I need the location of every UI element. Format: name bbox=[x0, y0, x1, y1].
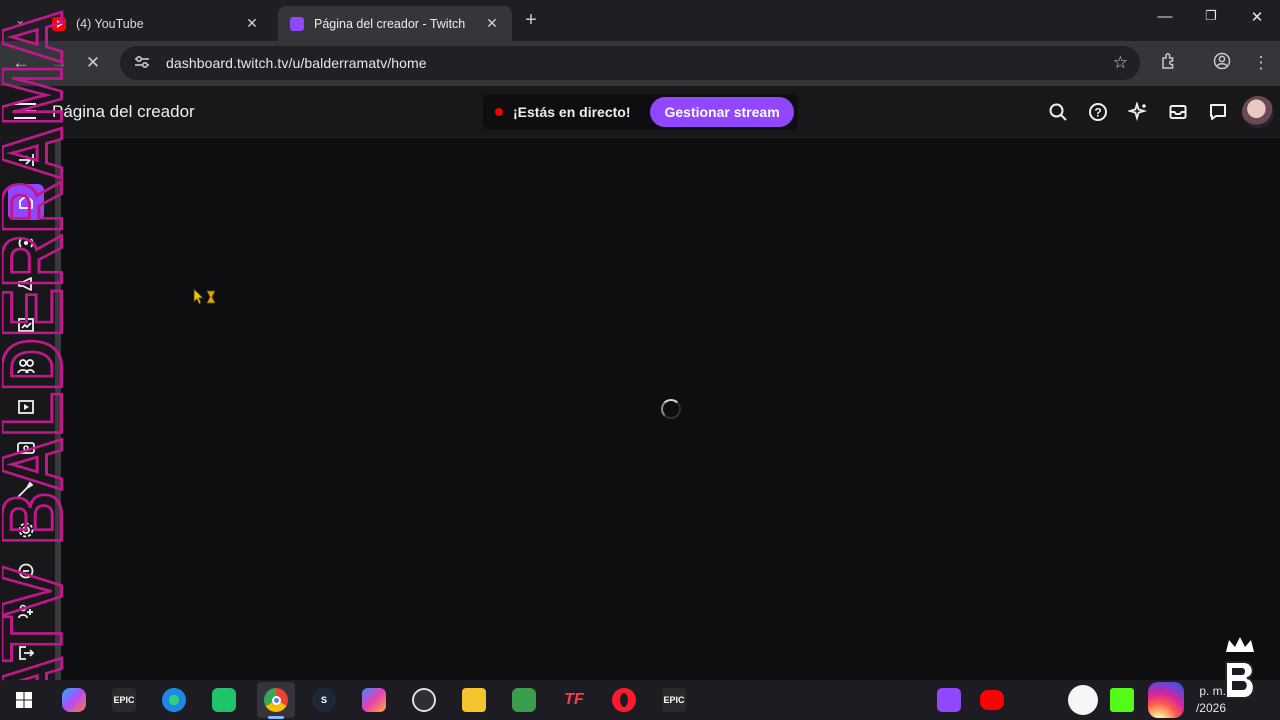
sparkle-icon[interactable] bbox=[1127, 101, 1149, 123]
community-icon[interactable] bbox=[8, 348, 44, 384]
m365-icon[interactable] bbox=[362, 688, 386, 712]
site-settings-icon[interactable] bbox=[134, 55, 150, 72]
analytics-icon[interactable] bbox=[8, 307, 44, 343]
help-icon[interactable]: ? bbox=[1087, 101, 1109, 123]
exit-icon[interactable] bbox=[8, 635, 44, 671]
page-title: Página del creador bbox=[52, 102, 195, 121]
loading-spinner-icon bbox=[661, 399, 681, 419]
home-icon[interactable] bbox=[8, 184, 44, 220]
stream-icon[interactable] bbox=[8, 225, 44, 261]
tab-youtube[interactable]: (4) YouTube ✕ bbox=[40, 6, 272, 41]
extensions-icon[interactable] bbox=[1158, 52, 1180, 74]
promote-icon[interactable] bbox=[8, 266, 44, 302]
sidebar-scrollbar[interactable] bbox=[55, 140, 61, 680]
badge-tray-icon[interactable] bbox=[1068, 685, 1098, 715]
browser-menu-icon[interactable]: ⋮ bbox=[1250, 52, 1272, 74]
windows-taskbar: EPIC S TF EPIC bbox=[0, 680, 1280, 720]
stop-loading-icon[interactable]: ✕ bbox=[82, 52, 104, 74]
app-green-icon[interactable] bbox=[212, 688, 236, 712]
tf-app-icon[interactable]: TF bbox=[562, 688, 586, 712]
busy-cursor-icon bbox=[193, 288, 219, 311]
content-icon[interactable] bbox=[8, 389, 44, 425]
obs-icon[interactable] bbox=[412, 688, 436, 712]
menu-hamburger-icon[interactable] bbox=[14, 103, 36, 121]
twitch-tray-icon[interactable] bbox=[937, 688, 961, 712]
bookmark-star-icon[interactable]: ☆ bbox=[1113, 53, 1128, 73]
windows-start-icon[interactable] bbox=[12, 688, 36, 712]
settings-icon[interactable] bbox=[8, 512, 44, 548]
chat-icon[interactable] bbox=[1207, 101, 1229, 123]
channel-logo bbox=[1225, 637, 1255, 699]
instagram-tray-icon[interactable] bbox=[1148, 682, 1184, 718]
creator-sidebar bbox=[0, 138, 56, 680]
viewer-rewards-icon[interactable] bbox=[8, 553, 44, 589]
tab-label: Página del creador - Twitch bbox=[314, 16, 466, 31]
twitch-icon bbox=[290, 16, 304, 31]
copilot-icon[interactable] bbox=[62, 688, 86, 712]
steam-icon[interactable]: S bbox=[312, 688, 336, 712]
svg-text:?: ? bbox=[1094, 106, 1101, 120]
epic-games-icon[interactable]: EPIC bbox=[112, 688, 136, 712]
extensions-icon[interactable] bbox=[8, 594, 44, 630]
profile-icon[interactable] bbox=[1211, 52, 1233, 74]
chrome-icon[interactable] bbox=[264, 688, 288, 712]
live-status-text: ¡Estás en directo! bbox=[513, 104, 631, 120]
twitch-header: Página del creador ¡Estás en directo! Ge… bbox=[0, 86, 1280, 138]
youtube-icon bbox=[52, 16, 66, 31]
epic-games-icon[interactable]: EPIC bbox=[662, 688, 686, 712]
new-tab-button[interactable]: + bbox=[520, 9, 542, 32]
tab-twitch-creator[interactable]: Página del creador - Twitch ✕ bbox=[278, 6, 512, 41]
search-icon[interactable] bbox=[1047, 101, 1069, 123]
inbox-icon[interactable] bbox=[1167, 101, 1189, 123]
active-app-indicator bbox=[268, 716, 284, 719]
close-window-icon[interactable]: ✕ bbox=[1243, 8, 1271, 26]
creator-tools-icon[interactable] bbox=[8, 471, 44, 507]
edge-icon[interactable] bbox=[162, 688, 186, 712]
tab-search-chevron-icon[interactable]: ⌄ bbox=[8, 8, 32, 32]
tab-label: (4) YouTube bbox=[76, 16, 144, 31]
forward-icon[interactable]: → bbox=[48, 52, 70, 74]
close-tab-icon[interactable]: ✕ bbox=[244, 15, 260, 32]
youtube-tray-icon[interactable] bbox=[980, 690, 1004, 710]
url-text: dashboard.twitch.tv/u/balderramatv/home bbox=[166, 55, 427, 71]
close-tab-icon[interactable]: ✕ bbox=[484, 15, 500, 32]
live-indicator-dot bbox=[495, 108, 503, 116]
manage-stream-button[interactable]: Gestionar stream bbox=[650, 97, 794, 127]
avatar[interactable] bbox=[1242, 96, 1274, 128]
opera-icon[interactable] bbox=[612, 688, 636, 712]
browser-toolbar: ← → ✕ dashboard.twitch.tv/u/balderramatv… bbox=[0, 41, 1280, 86]
kick-tray-icon[interactable] bbox=[1110, 688, 1134, 712]
browser-tab-strip: ⌄ (4) YouTube ✕ Página del creador - Twi… bbox=[0, 0, 1280, 41]
restore-window-icon[interactable]: ❐ bbox=[1197, 8, 1225, 24]
monetization-icon[interactable] bbox=[8, 430, 44, 466]
collapse-icon[interactable] bbox=[8, 142, 44, 178]
address-bar[interactable]: dashboard.twitch.tv/u/balderramatv/home … bbox=[120, 46, 1140, 80]
live-status-bar: ¡Estás en directo! Gestionar stream bbox=[483, 94, 798, 130]
back-icon[interactable]: ← bbox=[10, 52, 32, 74]
file-explorer-icon[interactable] bbox=[462, 688, 486, 712]
xbox-app-icon[interactable] bbox=[512, 688, 536, 712]
minimize-window-icon[interactable]: — bbox=[1151, 8, 1179, 25]
